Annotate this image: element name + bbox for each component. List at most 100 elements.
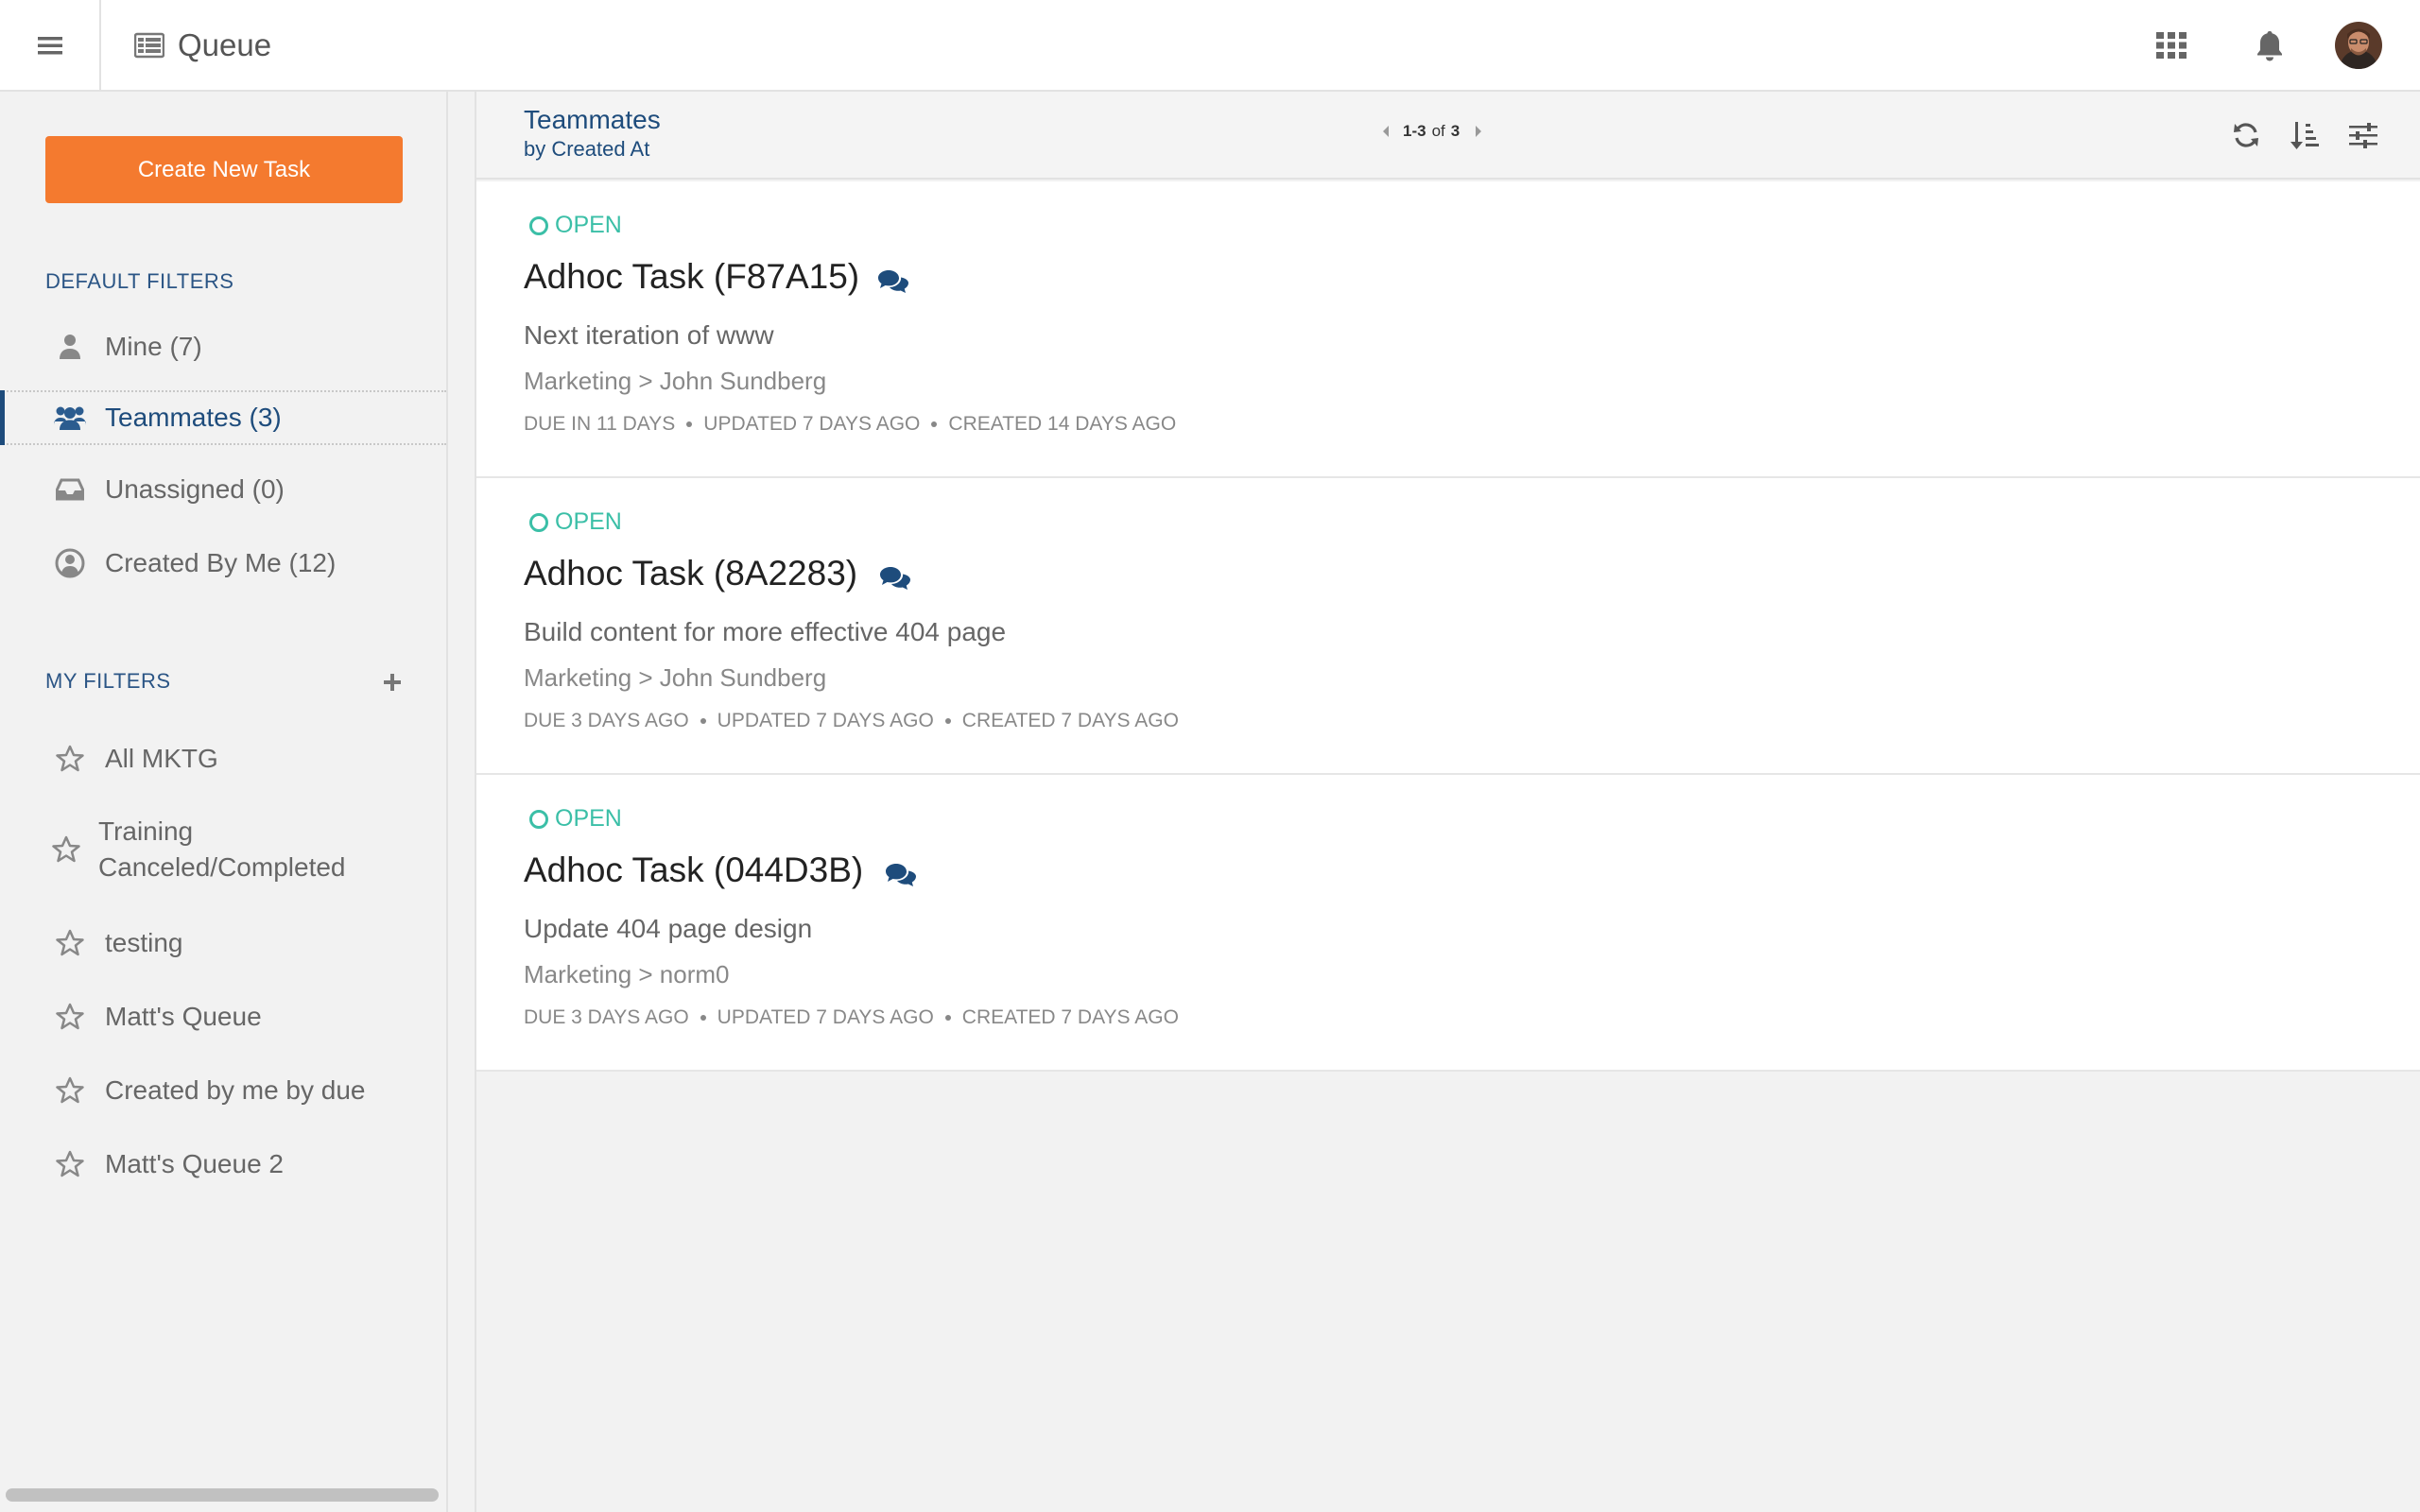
sidebar-item-testing[interactable]: testing <box>0 919 446 967</box>
sidebar-item-teammates[interactable]: Teammates (3) <box>0 390 446 445</box>
star-icon <box>53 1147 87 1181</box>
refresh-button[interactable] <box>2225 114 2267 156</box>
add-filter-button[interactable] <box>378 668 406 696</box>
sidebar-item-created-by-me-by-due[interactable]: Created by me by due <box>0 1067 446 1114</box>
pagination: 1-3 of 3 <box>1374 120 1490 143</box>
comments-icon[interactable] <box>879 565 911 592</box>
status-badge: OPEN <box>529 805 622 833</box>
page-total: 3 <box>1450 122 1461 140</box>
next-page-button[interactable] <box>1467 120 1490 143</box>
bell-icon <box>2257 30 2282 60</box>
task-row[interactable]: OPEN Adhoc Task (044D3B) Update 404 page… <box>476 775 2420 1072</box>
sidebar-item-all-mktg[interactable]: All MKTG <box>0 735 446 782</box>
default-filters-title: DEFAULT FILTERS <box>45 269 234 293</box>
task-meta: DUE 3 DAYS AGO UPDATED 7 DAYS AGO CREATE… <box>524 710 1179 732</box>
grid-icon <box>2156 31 2187 59</box>
task-row[interactable]: OPEN Adhoc Task (8A2283) Build content f… <box>476 478 2420 775</box>
sidebar-item-label: All MKTG <box>105 744 218 773</box>
sidebar-item-label: Matt's Queue 2 <box>105 1149 284 1178</box>
star-icon <box>53 742 87 776</box>
task-title[interactable]: Adhoc Task (F87A15) <box>524 257 859 297</box>
menu-button[interactable] <box>0 0 101 90</box>
task-row[interactable]: OPEN Adhoc Task (F87A15) Next iteration … <box>476 181 2420 478</box>
user-avatar[interactable] <box>2335 21 2382 69</box>
star-icon <box>49 833 83 867</box>
status-label: OPEN <box>555 212 622 238</box>
task-title[interactable]: Adhoc Task (044D3B) <box>524 850 863 890</box>
task-description: Next iteration of www <box>524 320 774 350</box>
separator-dot <box>944 718 951 724</box>
status-label: OPEN <box>555 805 622 832</box>
task-updated: UPDATED 7 DAYS AGO <box>717 710 934 731</box>
star-icon <box>53 926 87 960</box>
status-badge: OPEN <box>529 508 622 536</box>
sliders-icon <box>2349 123 2377 148</box>
filter-settings-button[interactable] <box>2342 114 2384 156</box>
queue-icon <box>134 32 164 58</box>
comments-icon[interactable] <box>877 268 909 295</box>
sidebar-item-label: Matt's Queue <box>105 1002 262 1031</box>
task-due: DUE 3 DAYS AGO <box>524 1006 689 1028</box>
status-open-icon <box>529 215 548 235</box>
task-description: Update 404 page design <box>524 914 813 943</box>
task-description: Build content for more effective 404 pag… <box>524 617 1007 646</box>
main-content: Teammates by Created At 1-3 of 3 OPEN Ad… <box>475 92 2420 1512</box>
task-created: CREATED 14 DAYS AGO <box>948 413 1177 435</box>
users-icon <box>53 401 87 435</box>
separator-dot <box>686 421 693 427</box>
list-header: Teammates by Created At 1-3 of 3 <box>476 92 2420 180</box>
sidebar-item-label: Training Canceled/Completed <box>98 814 346 885</box>
sort-icon <box>2290 122 2319 149</box>
apps-button[interactable] <box>2138 12 2204 78</box>
list-title: Teammates <box>524 105 661 134</box>
star-icon <box>53 1074 87 1108</box>
sidebar-item-unassigned[interactable]: Unassigned (0) <box>0 466 446 513</box>
sidebar-item-label: Mine (7) <box>105 332 202 361</box>
task-due: DUE IN 11 DAYS <box>524 413 676 435</box>
task-meta: DUE IN 11 DAYS UPDATED 7 DAYS AGO CREATE… <box>524 413 1176 436</box>
sidebar-item-label: Created by me by due <box>105 1075 366 1105</box>
sidebar-item-label: Unassigned (0) <box>105 474 285 504</box>
notifications-button[interactable] <box>2237 12 2303 78</box>
sidebar-item-training-canceled-completed[interactable]: Training Canceled/Completed <box>0 810 446 889</box>
sidebar-item-matts-queue-2[interactable]: Matt's Queue 2 <box>0 1141 446 1188</box>
sidebar-item-label: Created By Me (12) <box>105 548 337 577</box>
task-updated: UPDATED 7 DAYS AGO <box>703 413 921 435</box>
sidebar-item-label: Teammates (3) <box>105 403 282 432</box>
status-open-icon <box>529 809 548 829</box>
task-path: Marketing > John Sundberg <box>524 663 827 692</box>
sidebar-horizontal-scrollbar[interactable] <box>6 1488 439 1502</box>
sidebar: Create New Task DEFAULT FILTERS Mine (7)… <box>0 92 448 1512</box>
status-open-icon <box>529 512 548 532</box>
separator-dot <box>944 1015 951 1021</box>
list-sort-subtitle: by Created At <box>524 137 650 161</box>
page-range: 1-3 <box>1403 122 1426 140</box>
task-path: Marketing > John Sundberg <box>524 367 827 395</box>
sidebar-item-mine[interactable]: Mine (7) <box>0 323 446 370</box>
top-header: Queue <box>0 0 2420 92</box>
task-title[interactable]: Adhoc Task (8A2283) <box>524 554 857 593</box>
user-icon <box>53 330 87 364</box>
status-badge: OPEN <box>529 212 622 239</box>
page-of: of <box>1431 122 1445 140</box>
sort-button[interactable] <box>2284 114 2325 156</box>
comments-icon[interactable] <box>885 862 917 888</box>
create-new-task-button[interactable]: Create New Task <box>45 136 403 203</box>
user-circle-icon <box>53 546 87 580</box>
hamburger-icon <box>37 36 62 54</box>
previous-page-button[interactable] <box>1374 120 1397 143</box>
sidebar-item-matts-queue[interactable]: Matt's Queue <box>0 993 446 1040</box>
separator-dot <box>931 421 938 427</box>
app-title-label: Queue <box>178 26 272 62</box>
separator-dot <box>700 718 706 724</box>
sidebar-item-created-by-me[interactable]: Created By Me (12) <box>0 540 446 587</box>
sidebar-item-label-line1: Training <box>98 816 194 846</box>
task-meta: DUE 3 DAYS AGO UPDATED 7 DAYS AGO CREATE… <box>524 1006 1179 1029</box>
separator-dot <box>700 1015 706 1021</box>
task-created: CREATED 7 DAYS AGO <box>961 710 1179 731</box>
task-due: DUE 3 DAYS AGO <box>524 710 689 731</box>
plus-icon <box>384 674 401 691</box>
task-updated: UPDATED 7 DAYS AGO <box>717 1006 934 1028</box>
star-icon <box>53 1000 87 1034</box>
caret-left-icon <box>1383 126 1389 137</box>
